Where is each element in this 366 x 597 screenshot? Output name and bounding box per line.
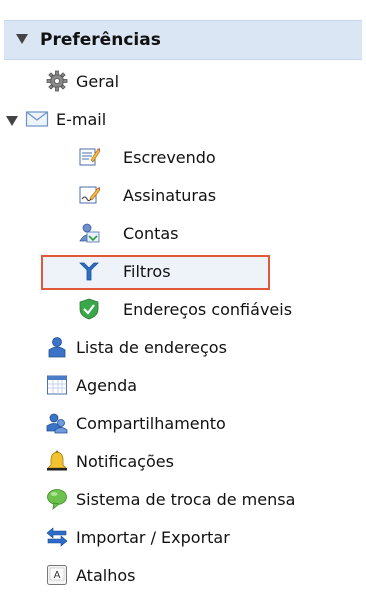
tree-item-enderecos-confiaveis[interactable]: Endereços confiáveis — [0, 294, 366, 326]
tree-item-label: Sistema de troca de mensa — [76, 490, 296, 509]
tree-item-label: Filtros — [123, 262, 171, 281]
preferences-header-label: Preferências — [40, 30, 161, 50]
tree-item-escrevendo[interactable]: Escrevendo — [0, 142, 366, 174]
chat-bubble-icon — [47, 489, 67, 510]
accounts-icon — [79, 223, 100, 243]
tree-item-notificacoes[interactable]: Notificações — [0, 446, 366, 478]
tree-item-lista-de-enderecos[interactable]: Lista de endereços — [0, 332, 366, 364]
preferences-header[interactable]: Preferências — [4, 20, 362, 60]
tree-item-assinaturas[interactable]: Assinaturas — [0, 180, 366, 212]
tree-item-label: Importar / Exportar — [76, 528, 230, 547]
filter-icon — [79, 262, 99, 281]
calendar-icon — [47, 375, 67, 395]
tree-item-label: E-mail — [56, 110, 107, 129]
tree-item-label: Endereços confiáveis — [123, 300, 293, 319]
tree-item-sistema-de-troca-de-mensagens[interactable]: Sistema de troca de mensa — [0, 484, 366, 516]
contact-icon — [48, 337, 66, 358]
bell-icon — [47, 450, 67, 471]
shield-check-icon — [79, 298, 99, 320]
tree-item-label: Lista de endereços — [76, 338, 227, 357]
svg-text:A: A — [54, 570, 61, 581]
tree-item-label: Compartilhamento — [76, 414, 226, 433]
expand-triangle-icon[interactable] — [6, 116, 18, 126]
tree-item-atalhos[interactable]: A Atalhos — [0, 560, 366, 592]
import-export-icon — [46, 527, 68, 547]
gear-icon — [46, 70, 68, 92]
signature-icon — [79, 186, 100, 204]
tree-item-contas[interactable]: Contas — [0, 218, 366, 250]
tree-item-email[interactable]: E-mail — [0, 104, 366, 136]
share-users-icon — [46, 413, 68, 434]
tree-item-agenda[interactable]: Agenda — [0, 370, 366, 402]
tree-item-compartilhamento[interactable]: Compartilhamento — [0, 408, 366, 440]
preferences-tree-panel: Preferências Geral E-mail Escrevendo Ass… — [0, 0, 366, 597]
tree-item-filtros[interactable]: Filtros — [0, 256, 366, 288]
tree-item-label: Agenda — [76, 376, 138, 395]
tree-item-label: Assinaturas — [123, 186, 217, 205]
compose-icon — [79, 148, 100, 166]
keyboard-key-icon: A — [47, 565, 67, 585]
collapse-triangle-icon[interactable] — [16, 34, 28, 44]
tree-item-label: Geral — [76, 72, 120, 91]
envelope-icon — [25, 111, 49, 127]
tree-item-label: Escrevendo — [123, 148, 216, 167]
tree-item-label: Atalhos — [76, 566, 136, 585]
tree-item-geral[interactable]: Geral — [0, 66, 366, 98]
tree-item-label: Notificações — [76, 452, 174, 471]
tree-item-label: Contas — [123, 224, 179, 243]
tree-item-importar-exportar[interactable]: Importar / Exportar — [0, 522, 366, 554]
